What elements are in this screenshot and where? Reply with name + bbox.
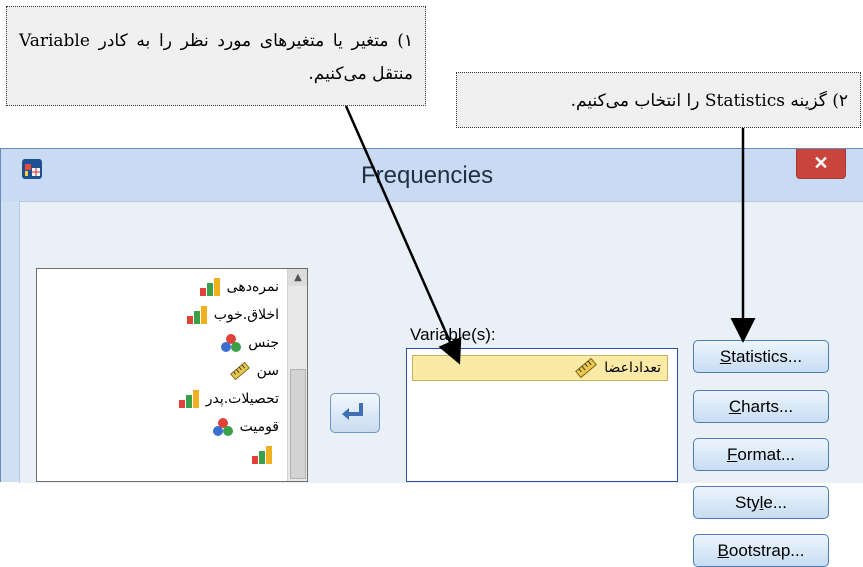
button-label-suffix: e... bbox=[763, 493, 787, 512]
button-label-prefix: Sty bbox=[735, 493, 760, 512]
button-label-suffix: ootstrap... bbox=[728, 541, 805, 560]
arrow-to-variable-box bbox=[344, 105, 462, 365]
button-mnemonic-letter: B bbox=[717, 541, 729, 560]
bootstrap-button[interactable]: Bootstrap... bbox=[693, 534, 829, 567]
annotation-arrows bbox=[344, 105, 756, 365]
style-button[interactable]: Style... bbox=[693, 486, 829, 519]
